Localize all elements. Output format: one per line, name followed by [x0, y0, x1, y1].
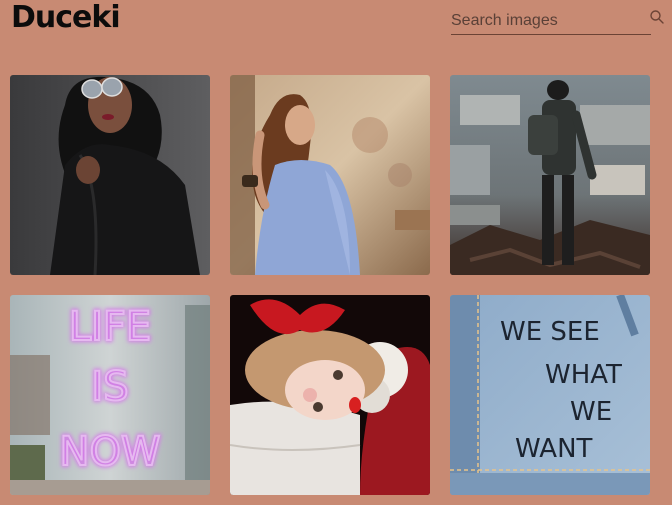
svg-text:NOW: NOW — [60, 429, 161, 475]
denim-text-line-1: WE SEE — [500, 317, 600, 347]
svg-text:LIFE: LIFE — [69, 304, 151, 350]
gallery-image-neon-sign[interactable]: LIFE LIFE IS IS NOW NOW — [10, 295, 210, 495]
svg-text:IS: IS — [91, 364, 128, 410]
denim-text-line-2: WHAT — [545, 360, 622, 390]
gallery-image-woman-black-coat[interactable] — [10, 75, 210, 275]
denim-text-line-3: WE — [570, 397, 612, 427]
search-icon[interactable] — [649, 9, 665, 25]
search-bar — [451, 8, 664, 35]
image-gallery: LIFE LIFE IS IS NOW NOW WE SEE WHAT WE W… — [10, 75, 650, 495]
gallery-image-girl-red-bow[interactable] — [230, 295, 430, 495]
site-logo[interactable]: Duceki — [11, 0, 121, 36]
gallery-image-denim-jacket[interactable]: WE SEE WHAT WE WANT — [450, 295, 650, 495]
search-input[interactable] — [451, 10, 631, 32]
denim-text-line-4: WANT — [515, 434, 593, 464]
gallery-image-woman-blue-dress[interactable] — [230, 75, 430, 275]
gallery-image-man-backpack-city[interactable] — [450, 75, 650, 275]
